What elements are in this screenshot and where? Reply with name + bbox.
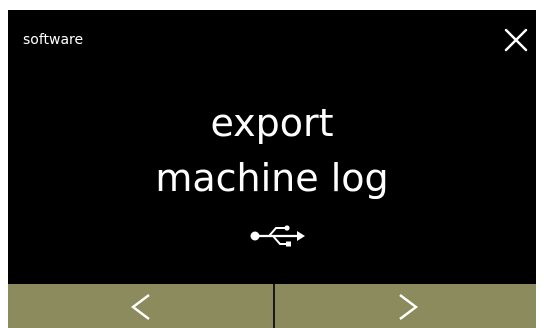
page-title-line1: export xyxy=(210,101,334,145)
chevron-left-icon xyxy=(131,294,150,320)
close-icon xyxy=(504,28,528,52)
close-button[interactable] xyxy=(502,26,530,54)
header-title: software xyxy=(23,32,84,48)
page-title-line2: machine log xyxy=(155,156,389,200)
previous-button[interactable] xyxy=(8,284,273,328)
device-screen: software export machine log xyxy=(8,10,536,328)
bottom-nav-bar xyxy=(8,284,536,328)
chevron-right-icon xyxy=(399,294,418,320)
usb-icon xyxy=(250,225,305,247)
next-button[interactable] xyxy=(275,284,536,328)
